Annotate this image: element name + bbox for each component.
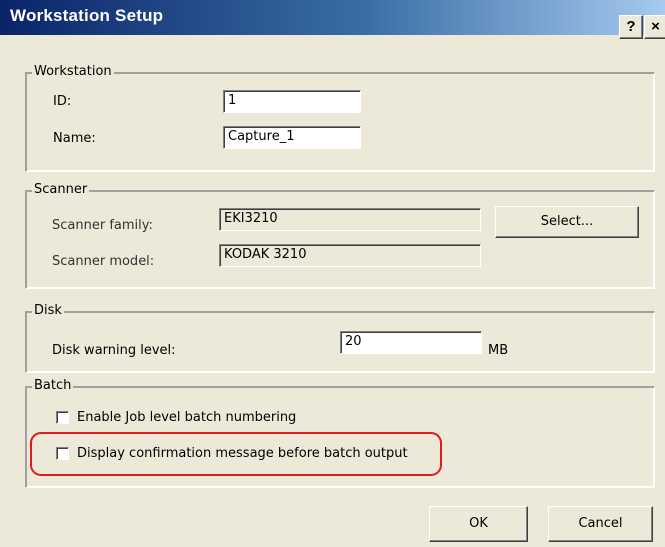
batch-group-label: Batch <box>32 378 74 394</box>
disk-warning-input[interactable]: 20 <box>340 331 482 354</box>
workstation-group-label: Workstation <box>32 64 114 80</box>
workstation-setup-dialog: Workstation Setup ? × Workstation ID: 1 … <box>0 0 665 547</box>
id-input[interactable]: 1 <box>223 90 361 113</box>
disk-unit-label: MB <box>488 343 509 358</box>
scanner-family-field: EKI3210 <box>219 208 481 231</box>
id-label: ID: <box>53 94 72 109</box>
help-button[interactable]: ? <box>619 15 643 39</box>
job-numbering-checkbox[interactable] <box>56 411 69 424</box>
cancel-button[interactable]: Cancel <box>548 506 653 542</box>
scanner-group: Scanner <box>25 182 655 289</box>
job-numbering-label: Enable Job level batch numbering <box>77 410 297 425</box>
scanner-group-label: Scanner <box>32 182 90 198</box>
dialog-title: Workstation Setup <box>10 6 164 25</box>
scanner-model-label: Scanner model: <box>52 254 155 269</box>
name-input[interactable]: Capture_1 <box>223 126 361 149</box>
title-bar[interactable]: Workstation Setup ? × <box>0 0 665 39</box>
scanner-model-field: KODAK 3210 <box>219 244 481 267</box>
name-label: Name: <box>53 131 96 146</box>
scanner-family-label: Scanner family: <box>52 218 153 233</box>
disk-group-label: Disk <box>32 303 64 319</box>
close-button[interactable]: × <box>644 15 665 39</box>
workstation-group: Workstation <box>25 64 655 172</box>
disk-warning-label: Disk warning level: <box>52 343 176 358</box>
select-scanner-button[interactable]: Select... <box>495 206 639 238</box>
ok-button[interactable]: OK <box>429 506 528 542</box>
highlight-annotation <box>30 432 442 476</box>
